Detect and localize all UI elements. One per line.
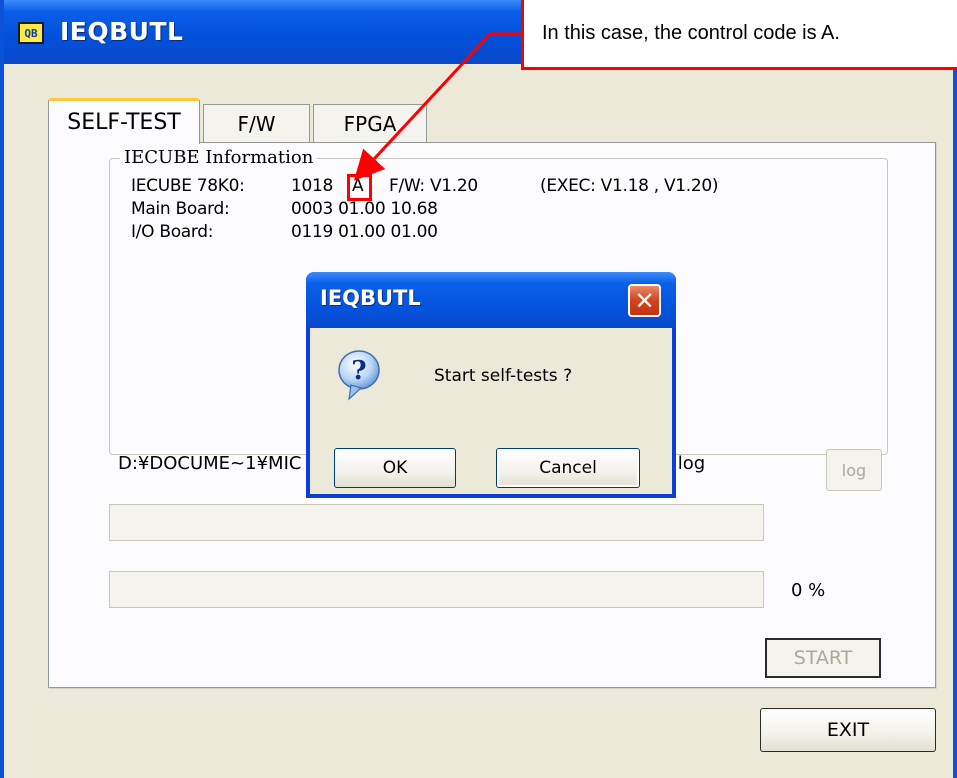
io-board-value: 0119 01.00 01.00	[291, 222, 438, 242]
window-right-frame	[953, 0, 957, 778]
status-textbox[interactable]	[109, 504, 764, 541]
close-icon[interactable]: ✕	[628, 284, 661, 317]
fw-version: F/W: V1.20	[389, 176, 478, 196]
log-path-left: D:¥DOCUME~1¥MIC	[118, 453, 302, 474]
tab-fw[interactable]: F/W	[203, 104, 310, 142]
main-board-value: 0003 01.00 10.68	[291, 199, 438, 219]
io-board-label: I/O Board:	[131, 222, 214, 242]
progress-bar	[109, 571, 764, 608]
main-board-label: Main Board:	[131, 199, 230, 219]
exec-version: (EXEC: V1.18 , V1.20)	[540, 176, 719, 196]
start-button[interactable]: START	[765, 638, 881, 678]
iecube-value: 1018	[291, 176, 334, 196]
cancel-button[interactable]: Cancel	[496, 448, 640, 488]
tab-fpga[interactable]: FPGA	[313, 104, 427, 142]
dialog-body: ? Start self-tests ? OK Cancel	[310, 328, 672, 494]
log-path-right: .log	[672, 453, 706, 474]
dialog-title: IEQBUTL	[320, 286, 421, 310]
app-icon: QB	[18, 22, 44, 44]
app-icon-text: QB	[24, 26, 38, 40]
annotation-callout: In this case, the control code is A.	[521, 0, 957, 70]
log-button[interactable]: log	[826, 449, 882, 491]
progress-percent: 0 %	[791, 580, 826, 601]
tab-self-test[interactable]: SELF-TEST	[48, 98, 200, 144]
iecube-label: IECUBE 78K0:	[131, 176, 245, 196]
dialog-titlebar[interactable]: IEQBUTL ✕	[306, 272, 676, 328]
svg-text:?: ?	[351, 356, 366, 386]
info-group-label: IECUBE Information	[120, 147, 318, 168]
control-code-highlight	[347, 174, 372, 201]
question-icon: ?	[338, 350, 380, 401]
window-title: IEQBUTL	[60, 17, 184, 46]
ok-button[interactable]: OK	[334, 448, 456, 488]
dialog-message: Start self-tests ?	[434, 366, 573, 386]
exit-button[interactable]: EXIT	[760, 708, 936, 752]
annotation-text: In this case, the control code is A.	[542, 22, 840, 44]
confirm-dialog: IEQBUTL ✕ ? Start self-tests ? OK Cancel	[306, 272, 676, 498]
